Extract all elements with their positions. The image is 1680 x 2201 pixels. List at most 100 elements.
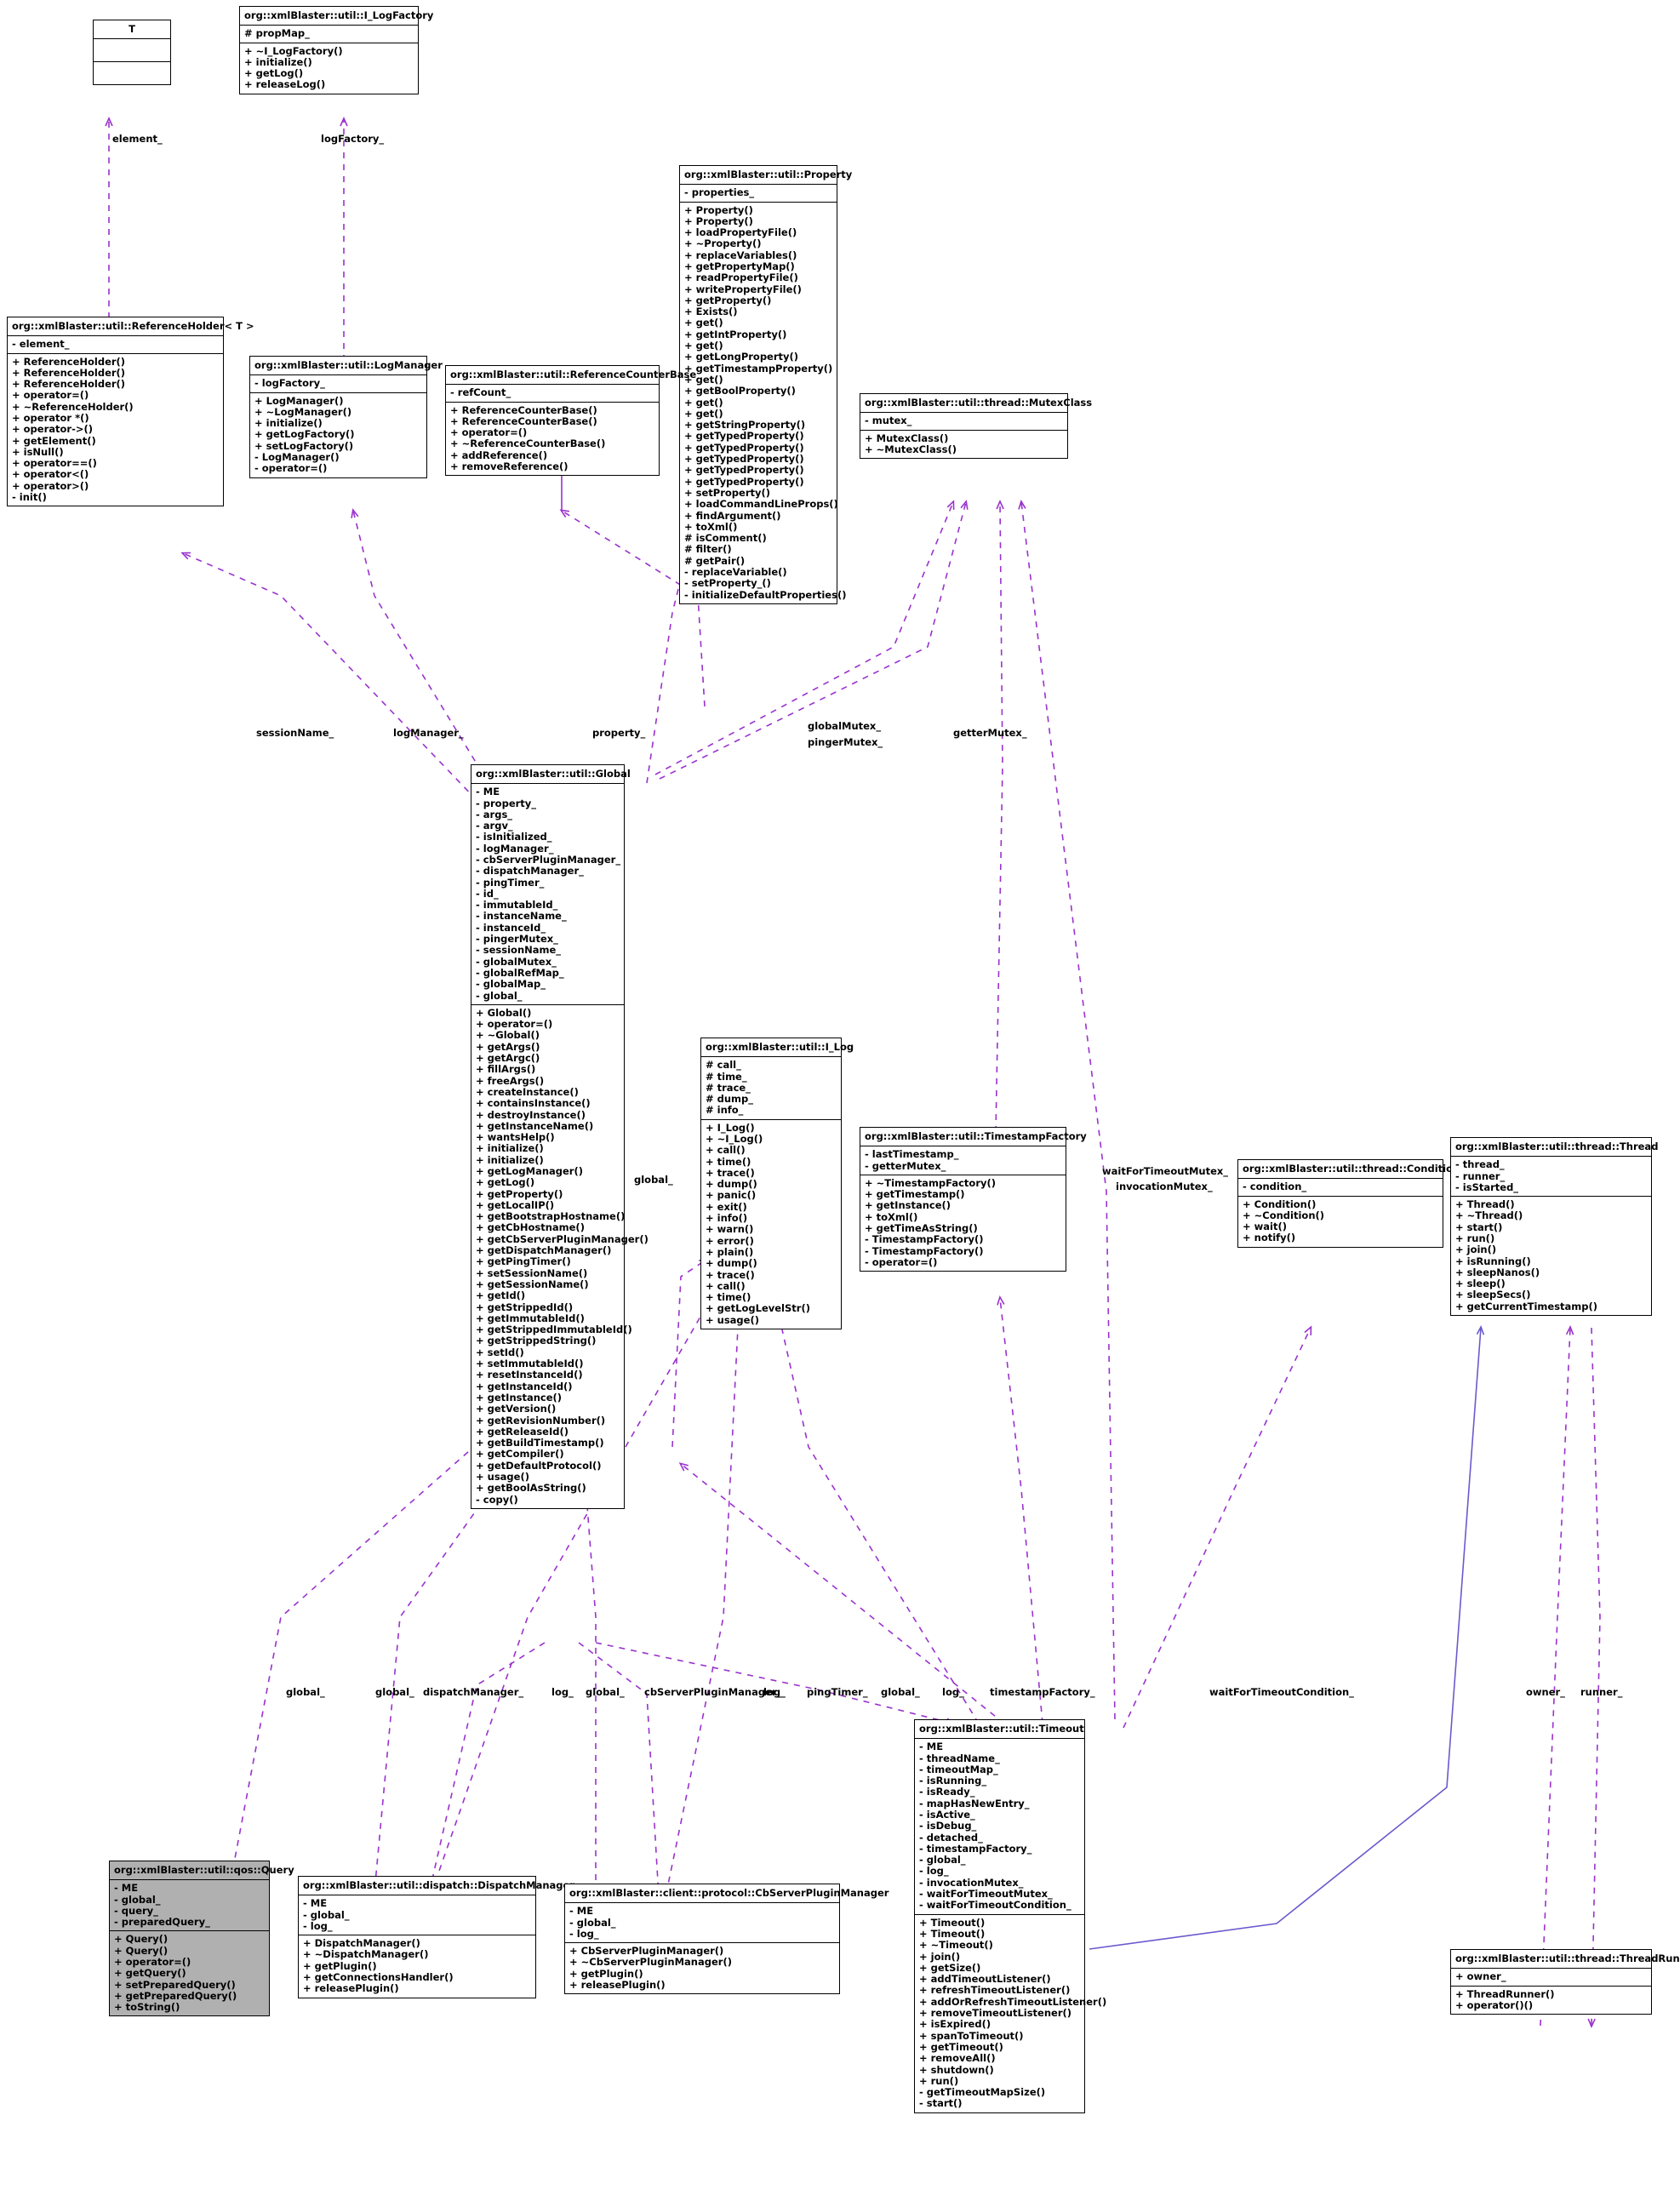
class-attributes: - thread_ - runner_ - isStarted_ [1451,1157,1651,1198]
member-row: - global_ [114,1893,161,1906]
member-row: + error() [706,1234,754,1247]
class-title: org::xmlBlaster::client::protocol::CbSer… [565,1884,889,1904]
member-row: + releasePlugin() [303,1982,399,1995]
member-row: - ME [569,1905,594,1918]
member-row: - lastTimestamp_ [865,1148,959,1161]
member-row: + setId() [476,1346,524,1358]
class-title: T [94,20,170,40]
class-operations: + ~I_LogFactory() + initialize() + getLog(… [240,43,418,94]
member-row: + loadPropertyFile() [684,226,797,239]
member-row: + ReferenceCounterBase() [450,403,597,416]
member-row: + getPingTimer() [476,1255,571,1268]
member-row: + ~ReferenceHolder() [12,400,134,413]
uml-class-i_logfactory[interactable]: org::xmlBlaster::util::I_LogFactory # pro… [239,6,433,94]
member-row: + ~DispatchManager() [303,1948,429,1961]
class-title: org::xmlBlaster::util::I_LogFactory [240,7,433,26]
member-row: + getStrippedImmutableId() [476,1323,632,1336]
class-operations: + Timeout() + Timeout() + ~Timeout() + join… [915,1915,1106,2112]
member-row: + freeArgs() [476,1074,545,1087]
member-row: + ~Condition() [1243,1209,1325,1221]
class-operations: + I_Log() + ~I_Log() + call() + time() + tra… [701,1120,841,1329]
uml-class-logmanager[interactable]: org::xmlBlaster::util::LogManager - logFa… [249,356,443,478]
member-row: + warn() [706,1223,754,1236]
member-row: + toString() [114,2001,180,2014]
class-operations: + LogManager() + ~LogManager() + initializ… [250,393,426,477]
class-title: org::xmlBlaster::util::Timeout [915,1720,1084,1740]
member-row: + start() [1455,1221,1503,1233]
member-row: # dump_ [706,1093,754,1106]
uml-class-query[interactable]: org::xmlBlaster::util::qos::Query - ME - g… [109,1861,294,2017]
member-row: + ReferenceHolder() [12,366,126,379]
class-operations: + ReferenceCounterBase() + ReferenceCount… [446,403,659,476]
member-row: - operator=() [865,1255,938,1268]
member-row: + operator=() [450,426,528,439]
member-row: - threadName_ [919,1752,1000,1764]
member-row: + ~Thread() [1455,1209,1523,1222]
member-row: - setProperty_() [684,577,771,590]
edge-label: element_ [112,133,163,145]
member-row: - globalRefMap_ [476,966,564,979]
class-attributes: - element_ [8,336,223,354]
uml-class-property[interactable]: org::xmlBlaster::util::Property - propert… [679,165,852,604]
class-attributes: - ME - global_ - log_ [565,1903,839,1944]
member-row: - thread_ [1455,1158,1505,1171]
member-row: + ThreadRunner() [1455,1987,1555,2000]
member-row: # getPair() [684,554,746,567]
member-row: + LogManager() [254,394,344,407]
member-row: - start() [919,2097,963,2110]
class-title: org::xmlBlaster::util::thread::MutexClas… [860,394,1092,414]
member-row: + wantsHelp() [476,1131,555,1144]
member-row: - init() [12,491,47,504]
class-operations: + Property() + Property() + loadPropertyFi… [680,203,846,603]
uml-class-timeout[interactable]: org::xmlBlaster::util::Timeout - ME - thre… [914,1719,1106,2113]
member-row: # trace_ [706,1081,751,1094]
member-row: + getLogManager() [476,1165,583,1177]
member-row: + info() [706,1212,748,1225]
uml-class-global[interactable]: org::xmlBlaster::util::Global - ME - prope… [471,764,649,1509]
edge-label: sessionName_ [256,727,334,739]
member-row: + spanToTimeout() [919,2029,1024,2042]
uml-class-condition[interactable]: org::xmlBlaster::util::thread::Condition… [1237,1159,1460,1248]
uml-class-threadrunner[interactable]: org::xmlBlaster::util::thread::ThreadRun… [1450,1949,1680,2015]
member-row: - invocationMutex_ [919,1876,1024,1889]
edge-label: globalMutex_ [808,720,882,732]
class-operations: + Global() + operator=() + ~Global() + getA… [471,1005,649,1508]
uml-class-mutexclass[interactable]: org::xmlBlaster::util::thread::MutexClas… [860,393,1092,460]
member-row: + ~ReferenceCounterBase() [450,437,606,450]
member-row: - property_ [476,797,537,809]
member-row: + ~Property() [684,237,762,250]
uml-class-i_log[interactable]: org::xmlBlaster::util::I_Log # call_ # tim… [700,1038,854,1330]
uml-class-dispatchmanager[interactable]: org::xmlBlaster::util::dispatch::Dispatc… [298,1876,574,1998]
member-row: + Thread() [1455,1198,1515,1211]
uml-diagram-canvas: T org::xmlBlaster::util::I_LogFactory # p… [0,0,1680,2201]
member-row: - isStarted_ [1455,1181,1519,1193]
member-row: + ~Timeout() [919,1939,993,1952]
member-row: + getLocalIP() [476,1198,555,1211]
member-row: - isInitialized_ [476,831,552,843]
member-row: + join() [919,1950,961,1963]
member-row: + setLogFactory() [254,439,354,452]
member-row: - ME [919,1741,944,1753]
uml-class-timestampfactory[interactable]: org::xmlBlaster::util::TimestampFactory -… [860,1127,1087,1272]
member-row: - operator=() [254,462,328,475]
member-row: + refreshTimeoutListener() [919,1984,1071,1997]
member-row: + resetInstanceId() [476,1369,583,1381]
member-row: - log_ [569,1927,599,1940]
edge-label: cbServerPluginManager_ [644,1686,782,1698]
member-row: - global_ [919,1854,966,1867]
member-row: + initialize() [476,1142,544,1155]
member-row: + getLongProperty() [684,351,799,363]
member-row: + ReferenceHolder() [12,355,126,368]
uml-class-thread[interactable]: org::xmlBlaster::util::thread::Thread - t… [1450,1137,1658,1317]
edge-label: owner_ [1526,1686,1565,1698]
member-row: + getPropertyMap() [684,260,795,272]
member-row: + trace() [706,1166,755,1179]
member-row: + time() [706,1291,751,1304]
member-row: + containsInstance() [476,1097,591,1110]
member-row: + I_Log() [706,1121,755,1134]
uml-class-referencecounterbase[interactable]: org::xmlBlaster::util::ReferenceCounterB… [445,365,696,477]
uml-class-referenceholder[interactable]: org::xmlBlaster::util::ReferenceHolder< … [7,317,254,507]
uml-class-cbserverpluginmanager[interactable]: org::xmlBlaster::client::protocol::CbSer… [564,1884,889,1995]
uml-class-t[interactable]: T [93,20,171,86]
edge-label: log_ [942,1686,964,1698]
